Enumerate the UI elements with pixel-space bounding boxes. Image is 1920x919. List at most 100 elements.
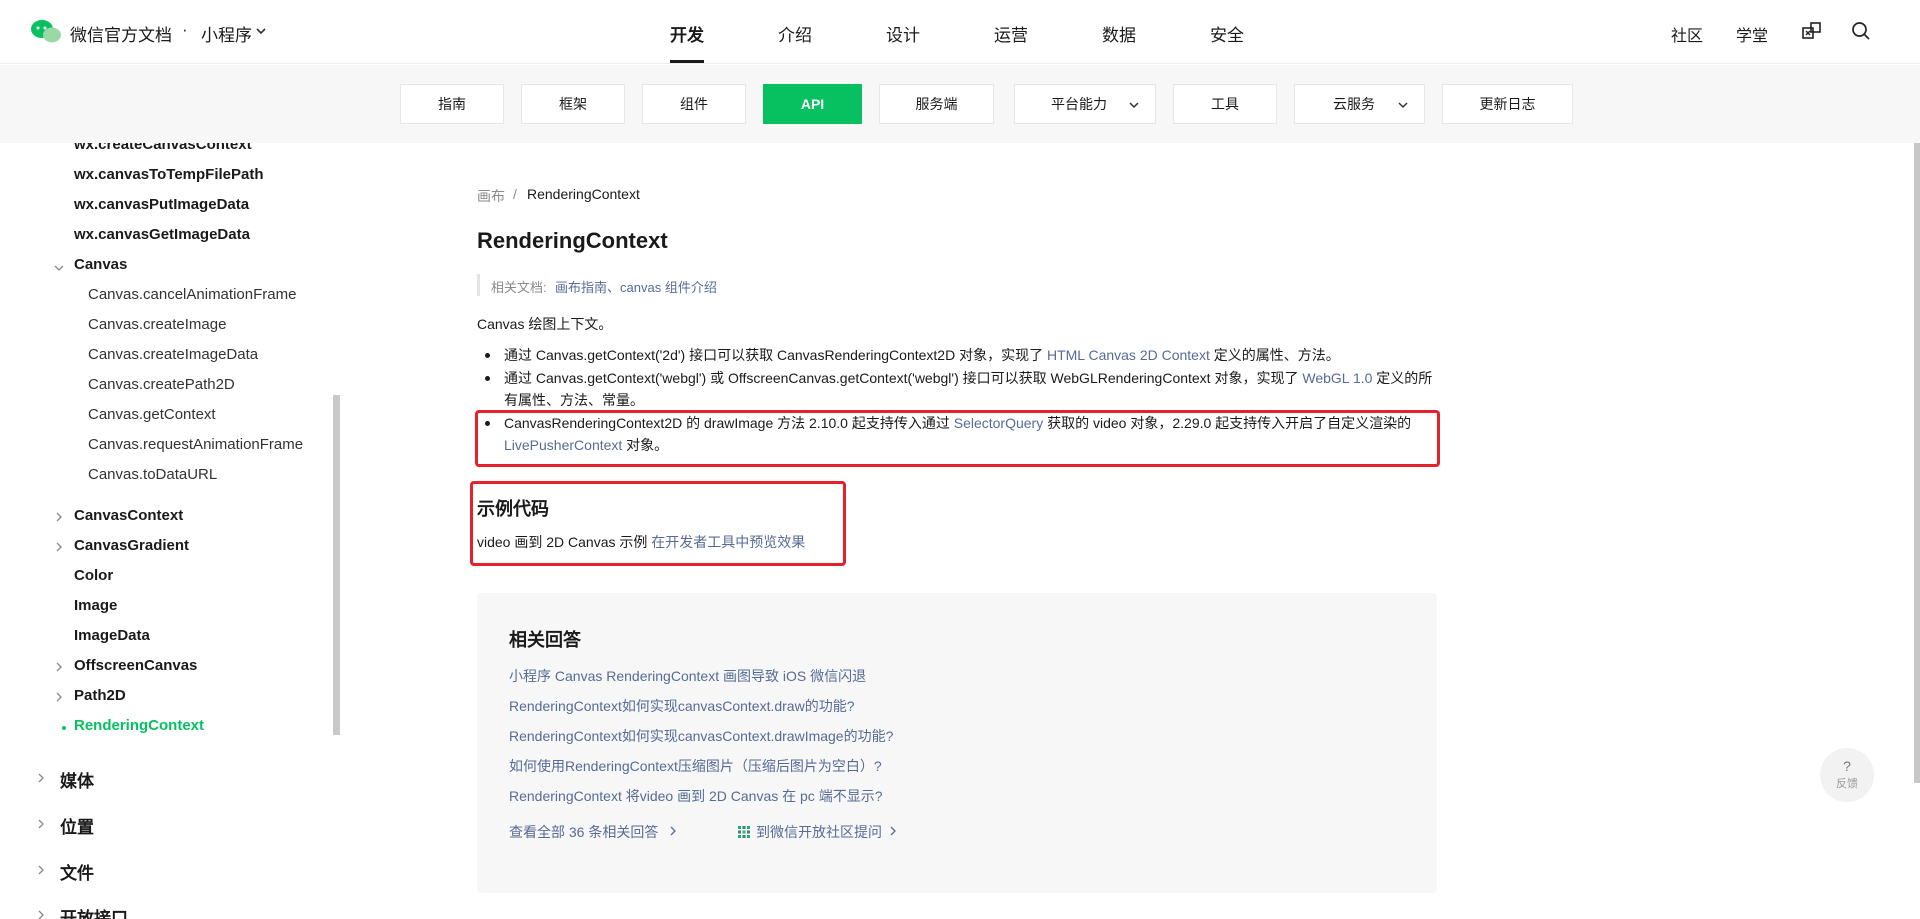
subnav-cloud[interactable]: 云服务 bbox=[1294, 84, 1425, 124]
page-title: RenderingContext bbox=[477, 228, 668, 253]
related-answers-title: 相关回答 bbox=[509, 630, 581, 650]
list-item[interactable]: RenderingContext如何实现canvasContext.draw的功… bbox=[509, 696, 854, 716]
nav-develop[interactable]: 开发 bbox=[670, 21, 704, 46]
bullet-text: 通过 Canvas.getContext('webgl') 或 Offscree… bbox=[504, 370, 1303, 386]
related-docs-label: 相关文档: bbox=[491, 280, 547, 295]
sidebar-item[interactable]: Canvas.requestAnimationFrame bbox=[88, 436, 303, 453]
list-item[interactable]: 如何使用RenderingContext压缩图片（压缩后图片为空白）? bbox=[509, 756, 882, 776]
subnav-cloud-label: 云服务 bbox=[1333, 96, 1375, 112]
sidebar-item[interactable]: wx.canvasGetImageData bbox=[74, 226, 250, 243]
breadcrumb-separator: / bbox=[513, 186, 517, 202]
feedback-label: 反馈 bbox=[1836, 778, 1858, 790]
nav-security[interactable]: 安全 bbox=[1210, 21, 1244, 46]
top-header: 微信官方文档 · 小程序 开发 介绍 设计 运营 数据 安全 社区 学堂 bbox=[0, 0, 1920, 64]
chevron-right-icon[interactable] bbox=[36, 819, 46, 829]
sidebar-group-canvas[interactable]: Canvas bbox=[74, 256, 127, 273]
sidebar-item-active[interactable]: RenderingContext bbox=[74, 717, 204, 734]
subnav-components[interactable]: 组件 bbox=[642, 84, 746, 124]
list-item[interactable]: RenderingContext 将video 画到 2D Canvas 在 p… bbox=[509, 786, 882, 806]
chevron-right-icon[interactable] bbox=[54, 512, 64, 522]
ask-community-link[interactable]: 到微信开放社区提问 bbox=[756, 822, 882, 842]
list-item: 通过 Canvas.getContext('2d') 接口可以获取 Canvas… bbox=[485, 344, 1442, 366]
brand-title[interactable]: 微信官方文档 bbox=[70, 21, 172, 46]
search-icon[interactable] bbox=[1850, 20, 1872, 42]
highlight-box bbox=[475, 410, 1440, 467]
chevron-right-icon[interactable] bbox=[36, 773, 46, 783]
chevron-right-icon bbox=[890, 826, 896, 836]
sidebar-top-item[interactable]: 文件 bbox=[60, 859, 94, 884]
chevron-right-icon bbox=[670, 826, 676, 836]
chevron-right-icon[interactable] bbox=[54, 662, 64, 672]
sidebar: wx.createCanvasContext wx.canvasToTempFi… bbox=[0, 143, 340, 919]
dev-tools-icon[interactable] bbox=[1801, 20, 1823, 42]
sidebar-item[interactable]: CanvasGradient bbox=[74, 537, 189, 554]
bullet-text: 通过 Canvas.getContext('2d') 接口可以获取 Canvas… bbox=[504, 347, 1047, 363]
nav-academy[interactable]: 学堂 bbox=[1736, 22, 1768, 46]
question-icon: ? bbox=[1843, 758, 1851, 774]
intro-paragraph: Canvas 绘图上下文。 bbox=[477, 316, 613, 332]
brand-separator: · bbox=[182, 20, 188, 39]
sidebar-item[interactable]: Canvas.createImage bbox=[88, 316, 226, 333]
nav-operation[interactable]: 运营 bbox=[994, 21, 1028, 46]
list-item: 通过 Canvas.getContext('webgl') 或 Offscree… bbox=[485, 367, 1442, 411]
subnav-server[interactable]: 服务端 bbox=[879, 84, 994, 124]
sidebar-item[interactable]: wx.canvasToTempFilePath bbox=[74, 166, 264, 183]
list-item[interactable]: RenderingContext如何实现canvasContext.drawIm… bbox=[509, 726, 893, 746]
sidebar-item[interactable]: Canvas.toDataURL bbox=[88, 466, 217, 483]
link-html-canvas-2d[interactable]: HTML Canvas 2D Context bbox=[1047, 347, 1210, 363]
product-switcher[interactable]: 小程序 bbox=[201, 21, 252, 46]
chevron-right-icon[interactable] bbox=[36, 910, 46, 919]
sidebar-item[interactable]: wx.createCanvasContext bbox=[74, 143, 252, 153]
page-scrollbar[interactable] bbox=[1914, 143, 1920, 783]
chevron-down-icon[interactable] bbox=[254, 24, 268, 38]
subnav-platform-label: 平台能力 bbox=[1051, 96, 1107, 112]
sidebar-item[interactable]: Canvas.cancelAnimationFrame bbox=[88, 286, 296, 303]
sidebar-top-item[interactable]: 开放接口 bbox=[60, 904, 128, 919]
sidebar-item[interactable]: Image bbox=[74, 597, 117, 614]
breadcrumb-current: RenderingContext bbox=[527, 186, 640, 202]
sidebar-item[interactable]: Canvas.createImageData bbox=[88, 346, 258, 363]
sidebar-item[interactable]: wx.canvasPutImageData bbox=[74, 196, 249, 213]
list-item[interactable]: 小程序 Canvas RenderingContext 画图导致 iOS 微信闪… bbox=[509, 666, 866, 686]
sidebar-item[interactable]: Path2D bbox=[74, 687, 126, 704]
sidebar-item[interactable]: CanvasContext bbox=[74, 507, 183, 524]
sidebar-top-item[interactable]: 媒体 bbox=[60, 767, 94, 792]
sidebar-item[interactable]: ImageData bbox=[74, 627, 150, 644]
link-webgl[interactable]: WebGL 1.0 bbox=[1302, 370, 1372, 386]
related-docs-links: 画布指南、canvas 组件介绍 bbox=[555, 277, 717, 296]
subnav-tools[interactable]: 工具 bbox=[1173, 84, 1277, 124]
sidebar-item[interactable]: Canvas.getContext bbox=[88, 406, 216, 423]
chevron-right-icon[interactable] bbox=[54, 692, 64, 702]
nav-community[interactable]: 社区 bbox=[1671, 22, 1703, 46]
view-all-answers-link[interactable]: 查看全部 36 条相关回答 bbox=[509, 822, 658, 842]
subnav-guide[interactable]: 指南 bbox=[400, 84, 504, 124]
breadcrumb-parent[interactable]: 画布 bbox=[477, 186, 505, 206]
sidebar-item[interactable]: Color bbox=[74, 567, 113, 584]
wechat-logo-icon[interactable] bbox=[30, 18, 62, 44]
nav-intro[interactable]: 介绍 bbox=[778, 21, 812, 46]
subnav-platform[interactable]: 平台能力 bbox=[1014, 84, 1156, 124]
quote-bar bbox=[477, 274, 480, 296]
chevron-right-icon[interactable] bbox=[36, 865, 46, 875]
subnav-framework[interactable]: 框架 bbox=[521, 84, 625, 124]
feedback-button[interactable]: ? 反馈 bbox=[1820, 748, 1874, 802]
chevron-down-icon bbox=[1129, 102, 1139, 109]
nav-data[interactable]: 数据 bbox=[1102, 21, 1136, 46]
chevron-right-icon[interactable] bbox=[54, 542, 64, 552]
chevron-down-icon[interactable] bbox=[54, 263, 64, 273]
sidebar-item[interactable]: OffscreenCanvas bbox=[74, 657, 197, 674]
sidebar-scrollbar[interactable] bbox=[333, 395, 340, 735]
nav-design[interactable]: 设计 bbox=[886, 21, 920, 46]
bullet-text: 定义的属性、方法。 bbox=[1209, 347, 1340, 363]
nav-active-underline bbox=[670, 60, 704, 63]
sidebar-item[interactable]: Canvas.createPath2D bbox=[88, 376, 235, 393]
subnav-changelog[interactable]: 更新日志 bbox=[1442, 84, 1573, 124]
highlight-box bbox=[470, 481, 846, 566]
related-separator: 、 bbox=[607, 280, 621, 295]
sidebar-top-item[interactable]: 位置 bbox=[60, 813, 94, 838]
link-canvas-guide[interactable]: 画布指南 bbox=[555, 280, 607, 295]
subnav-api[interactable]: API bbox=[763, 84, 862, 124]
link-canvas-component[interactable]: canvas 组件介绍 bbox=[620, 280, 717, 295]
chevron-down-icon bbox=[1398, 102, 1408, 109]
grid-icon bbox=[738, 826, 750, 838]
